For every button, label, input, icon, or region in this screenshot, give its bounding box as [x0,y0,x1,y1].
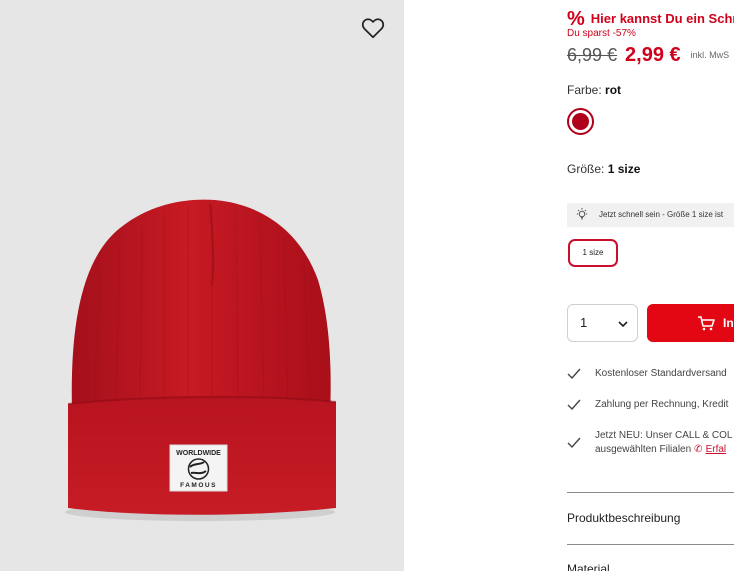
promo-text: Hier kannst Du ein Schnäp [590,11,734,26]
chevron-down-icon [618,321,628,328]
accordion-material[interactable]: Material [567,562,610,571]
size-label: Größe: 1 size [567,162,641,176]
size-value: 1 size [607,162,641,176]
lightbulb-icon [576,207,588,220]
stock-hint: Jetzt schnell sein - Größe 1 size ist [567,203,734,227]
phone-icon: ✆ [694,444,703,455]
quantity-value: 1 [580,315,588,330]
stock-hint-text: Jetzt schnell sein - Größe 1 size ist [599,210,724,219]
divider [567,492,734,493]
check-icon [567,437,581,449]
size-option-1-size[interactable]: 1 size [568,239,618,267]
accordion-product-description[interactable]: Produktbeschreibung [567,511,680,525]
savings-text: Du sparst -57% [567,28,636,39]
call-collect-info-link[interactable]: Erfal [706,444,727,455]
price-row: 6,99 € 2,99 € inkl. MwS [567,44,729,67]
vat-note: inkl. MwS [690,50,730,60]
color-label: Farbe: rot [567,83,622,97]
check-icon [567,399,581,411]
check-icon [567,368,581,380]
product-image-beanie: WORLDWIDE FAMOUS [65,199,337,521]
add-to-cart-label: In [723,316,734,330]
add-to-cart-button[interactable]: In [647,304,734,342]
divider [567,544,734,545]
color-value: rot [605,83,622,97]
old-price: 6,99 € [567,45,618,65]
product-info-panel: % Hier kannst Du ein Schnäp Du sparst -57… [567,0,734,571]
color-swatch-red[interactable] [567,108,594,135]
heart-outline-icon[interactable] [360,15,386,41]
percent-icon: % [567,8,585,30]
product-image-gallery: WORLDWIDE FAMOUS [0,0,404,571]
label-text-top: WORLDWIDE [176,450,221,457]
cart-icon [698,316,715,331]
label-text-bottom: FAMOUS [180,482,217,489]
quantity-select[interactable]: 1 [567,304,638,342]
sale-price: 2,99 € [625,44,681,66]
